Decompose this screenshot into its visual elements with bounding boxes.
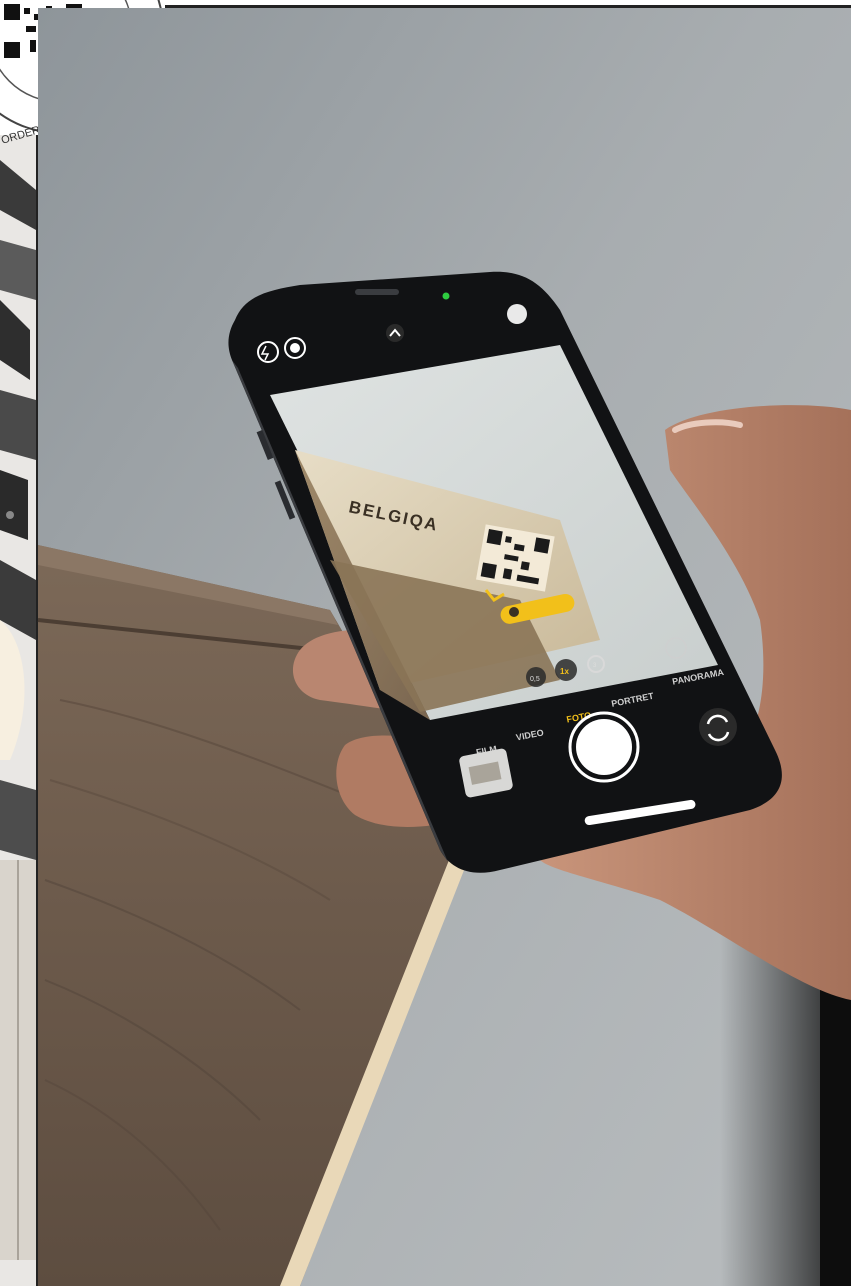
svg-text:0,5: 0,5 [530, 676, 540, 683]
photo-scene: ORDER YOUR SAMPLE [0, 0, 851, 1286]
qr-code-icon [476, 524, 555, 592]
shutter-button-icon[interactable] [568, 711, 640, 783]
left-illustration-strip [0, 0, 38, 1286]
camera-in-use-indicator [442, 292, 450, 300]
settings-icon[interactable] [507, 304, 527, 324]
svg-text:1x: 1x [560, 667, 569, 676]
gallery-thumbnail-icon[interactable] [458, 748, 513, 798]
flip-camera-icon[interactable] [699, 708, 737, 746]
chevron-up-icon[interactable] [386, 324, 404, 342]
